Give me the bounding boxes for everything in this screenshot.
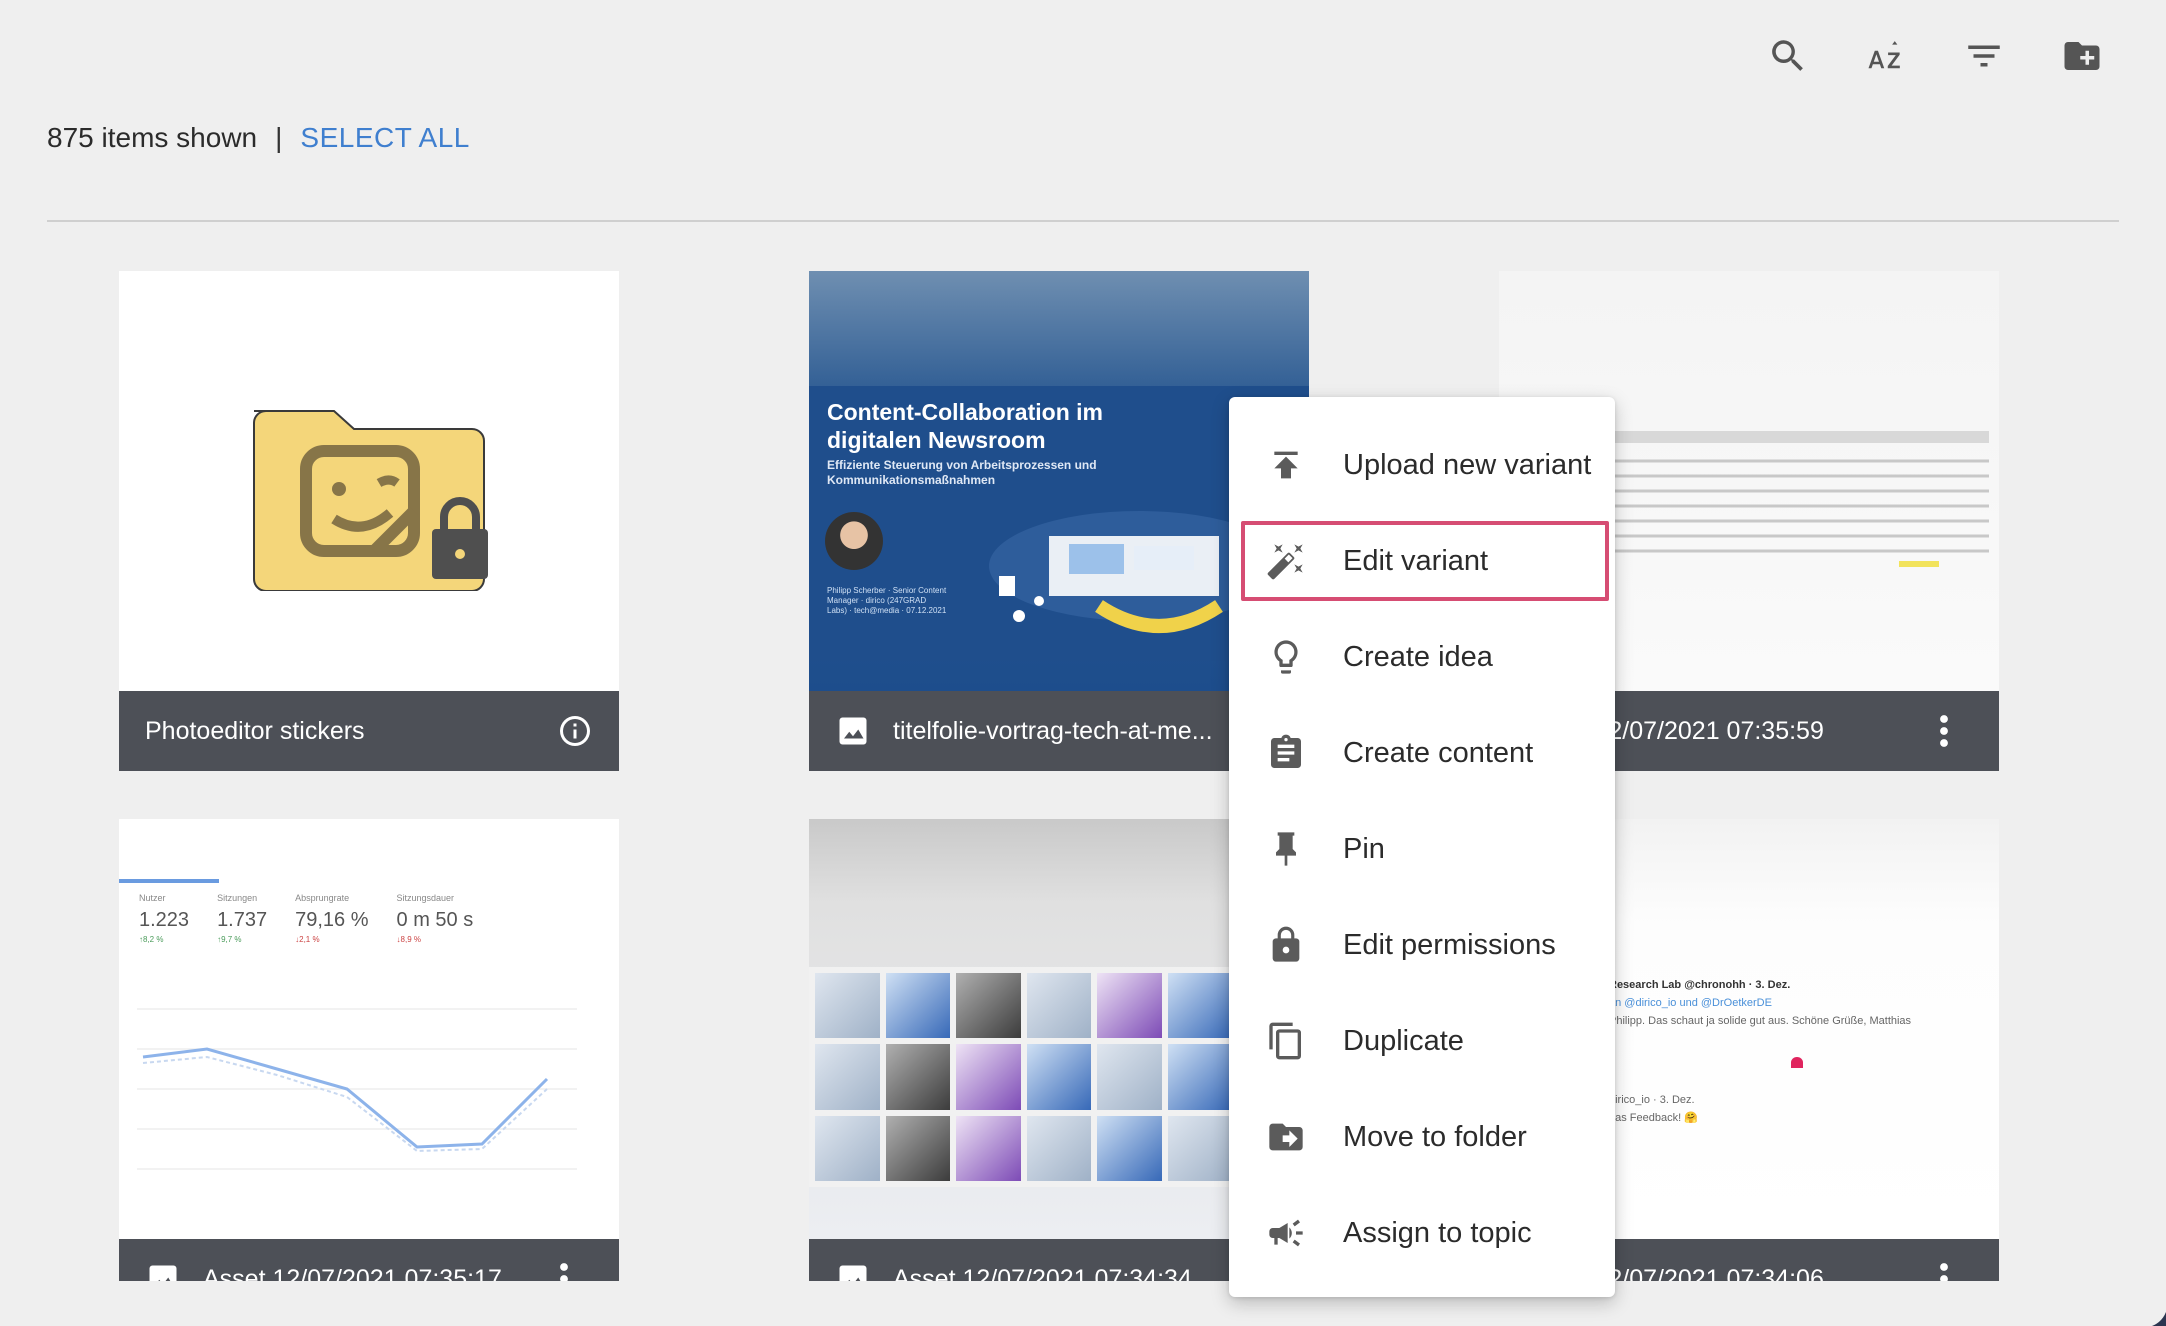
context-menu: Upload new variant Edit variant Create i… [1229,397,1615,1297]
image-icon [835,713,871,749]
folder-thumbnail [119,271,619,691]
slide-subtitle: Effiziente Steuerung von Arbeitsprozesse… [827,458,1097,487]
mosaic-tile [815,1044,880,1110]
magic-wand-icon [1265,540,1307,582]
mosaic-tile [815,973,880,1039]
menu-item-label: Move to folder [1343,1120,1527,1153]
image-icon [145,1261,181,1281]
mosaic-tile [1026,973,1092,1039]
metric: Absprungrate 79,16 % ↓2,1 % [295,893,368,944]
sticker-folder-icon [253,410,488,591]
mosaic-tile [1167,1115,1233,1181]
card-footer: Asset 12/07/2021 07:35:17 [119,1239,619,1281]
metric-change: ↑8,2 % [139,935,164,944]
card-title: titelfolie-vortrag-tech-at-me... [893,716,1213,745]
mosaic-tile [1026,1044,1092,1110]
metrics-row: Nutzer 1.223 ↑8,2 % Sitzungen 1.737 ↑9,7… [139,893,473,944]
menu-item-label: Pin [1343,832,1385,865]
asset-grid: Photoeditor stickers Content-Collaborati… [0,0,2166,1281]
more-vert-icon[interactable] [557,1261,593,1281]
metric-value: 1.223 [139,909,190,931]
menu-item-label: Edit permissions [1343,928,1556,961]
menu-item-assign-to-topic[interactable]: Assign to topic [1229,1185,1615,1281]
info-icon[interactable] [557,713,593,749]
lock-icon [1265,924,1307,966]
image-icon [835,1261,871,1281]
more-vert-icon[interactable] [1937,1261,1973,1281]
metric-change: ↑9,7 % [217,935,242,944]
card-title: Asset 12/07/2021 07:34:34 [893,1264,1192,1282]
menu-item-upload-new-variant[interactable]: Upload new variant [1229,417,1615,513]
card-title: Photoeditor stickers [145,716,365,745]
move-to-folder-icon [1265,1116,1307,1158]
metric-change: ↓8,9 % [396,935,421,944]
more-vert-icon[interactable] [1937,713,1973,749]
menu-item-duplicate[interactable]: Duplicate [1229,993,1615,1089]
metric-value: 0 m 50 s [396,909,474,931]
reply-text: das Feedback! 🤗 [1609,1112,1698,1124]
metric-label: Sitzungen [217,893,258,903]
pin-icon [1265,828,1307,870]
card-title: Asset 12/07/2021 07:35:17 [203,1264,502,1282]
upload-icon [1265,444,1307,486]
asset-card-analytics[interactable]: Nutzer 1.223 ↑8,2 % Sitzungen 1.737 ↑9,7… [119,819,619,1281]
menu-item-move-to-folder[interactable]: Move to folder [1229,1089,1615,1185]
mosaic-tile [1097,973,1162,1039]
mosaic-tile [1167,1044,1233,1110]
mosaic-tile [815,1115,880,1181]
mosaic-tile [885,1115,951,1181]
clipboard-icon [1265,732,1307,774]
metric-value: 1.737 [217,909,268,931]
asset-card-folder[interactable]: Photoeditor stickers [119,271,619,771]
menu-item-edit-permissions[interactable]: Edit permissions [1229,897,1615,993]
menu-item-create-content[interactable]: Create content [1229,705,1615,801]
tweet-text: Philipp. Das schaut ja solide gut aus. S… [1609,1015,1912,1027]
tweet-mentions: an @dirico_io und @DrOetkerDE [1609,997,1772,1009]
menu-item-create-idea[interactable]: Create idea [1229,609,1615,705]
mosaic-tile [1026,1115,1092,1181]
metric-label: Absprungrate [295,893,350,903]
heart-icon [1791,1057,1803,1068]
menu-item-label: Create idea [1343,640,1493,673]
duplicate-icon [1265,1020,1307,1062]
menu-item-label: Edit variant [1343,544,1489,577]
mosaic-tile [1167,973,1233,1039]
lightbulb-icon [1265,636,1307,678]
mosaic-tile [885,973,951,1039]
mosaic-tile [1097,1115,1162,1181]
metric: Sitzungsdauer 0 m 50 s ↓8,9 % [397,893,474,944]
menu-item-label: Assign to topic [1343,1216,1532,1249]
menu-item-label: Create content [1343,736,1534,769]
table-preview [1609,431,1989,567]
card-footer: Photoeditor stickers [119,691,619,771]
mosaic-tile [956,1044,1021,1110]
reply-author: dirico_io · 3. Dez. [1609,1094,1695,1106]
mosaic-tile [956,973,1021,1039]
menu-item-pin[interactable]: Pin [1229,801,1615,897]
megaphone-icon [1265,1212,1307,1254]
menu-item-label: Upload new variant [1343,448,1592,481]
metric-change: ↓2,1 % [295,935,320,944]
line-chart-preview [137,1008,577,1170]
slide-meta: Philipp Scherber · Senior Content Manage… [827,586,947,615]
mosaic-tile [956,1115,1021,1181]
resize-corner-icon [2152,1312,2166,1326]
metric-value: 79,16 % [295,909,369,931]
tweet-author: Research Lab @chronohh · 3. Dez. [1609,979,1791,991]
speaker-avatar [825,512,883,570]
metric: Sitzungen 1.737 ↑9,7 % [217,893,267,944]
mosaic-tile [885,1044,951,1110]
analytics-thumbnail: Nutzer 1.223 ↑8,2 % Sitzungen 1.737 ↑9,7… [119,819,619,1239]
menu-item-label: Duplicate [1343,1024,1464,1057]
metric: Nutzer 1.223 ↑8,2 % [139,893,189,944]
slide-title: Content-Collaboration im digitalen Newsr… [827,399,1103,453]
menu-item-edit-variant[interactable]: Edit variant [1229,513,1615,609]
mosaic-tile [1097,1044,1162,1110]
metric-label: Nutzer [139,893,166,903]
metric-label: Sitzungsdauer [396,893,455,903]
active-tab-indicator [119,879,219,883]
